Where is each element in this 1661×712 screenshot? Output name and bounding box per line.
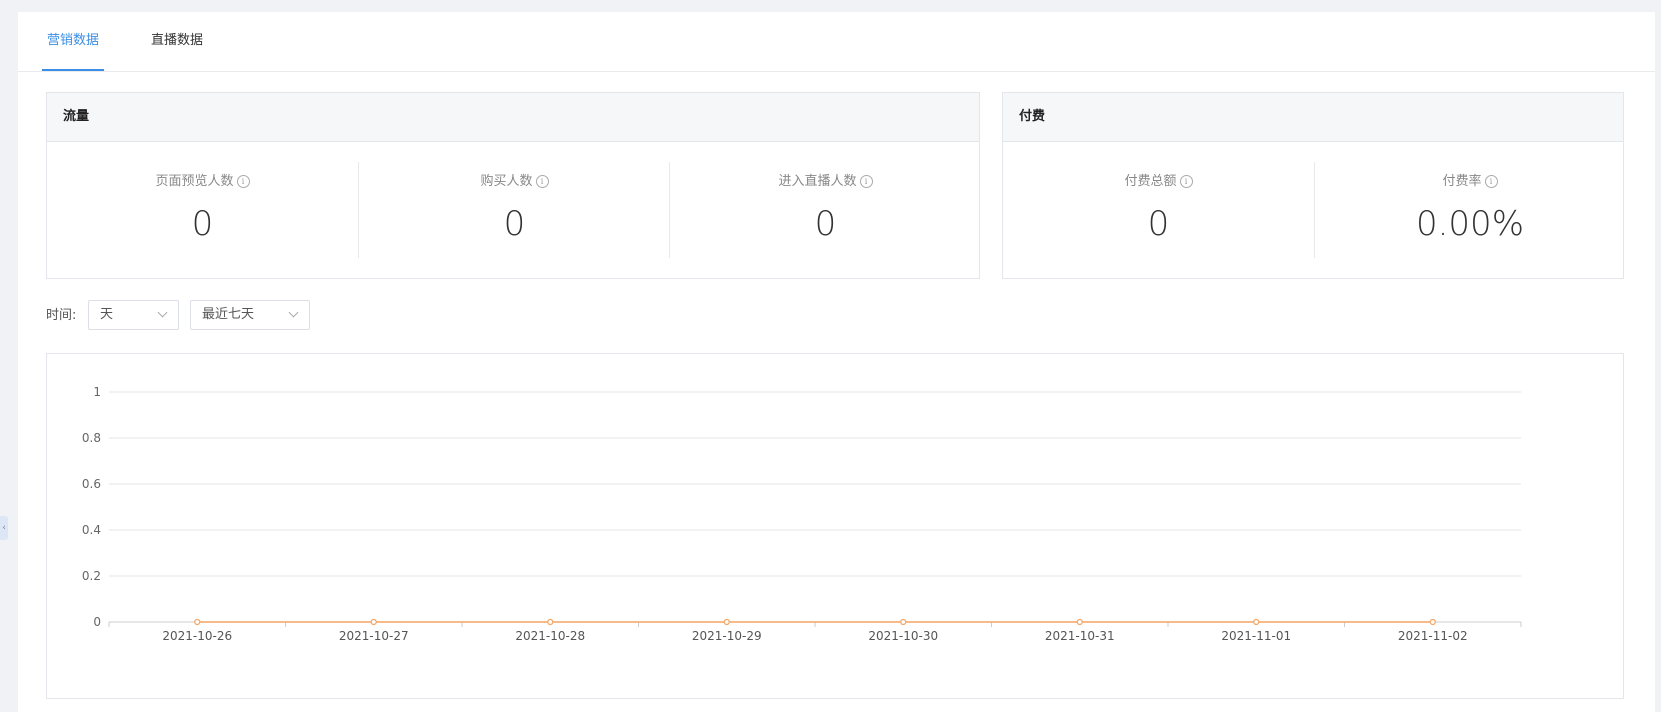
sidebar-collapse-toggle[interactable]: ‹ xyxy=(0,516,8,540)
x-tick-label: 2021-10-30 xyxy=(868,629,938,643)
y-tick-label: 0.2 xyxy=(82,569,101,583)
trend-chart: 0 0.2 0.4 0.6 0.8 1 2021-10-26 2021-10-27 2021-1… xyxy=(46,353,1624,699)
x-tick-label: 2021-10-29 xyxy=(692,629,762,643)
data-point xyxy=(370,618,377,626)
y-tick-label: 0.4 xyxy=(82,523,101,537)
stat-value: 0 xyxy=(503,204,526,244)
stat-label: 进入直播人数 xyxy=(778,174,857,189)
x-tick-label: 2021-10-27 xyxy=(339,629,409,643)
stat-label: 页面预览人数 xyxy=(155,174,234,189)
traffic-card-title: 流量 xyxy=(47,93,979,142)
payment-card: 付费 付费总额 i 0 付费率 i 0.00% xyxy=(1002,92,1624,279)
line-chart-svg: 0 0.2 0.4 0.6 0.8 1 2021-10-26 2021-10-27 2021-1… xyxy=(82,385,1522,643)
data-point xyxy=(1429,618,1436,626)
data-point xyxy=(900,618,907,626)
granularity-select[interactable]: 天 xyxy=(88,300,179,330)
payment-stats: 付费总额 i 0 付费率 i 0.00% xyxy=(1003,142,1623,280)
stat-live-entries: 进入直播人数 i 0 xyxy=(670,142,981,280)
chevron-left-icon: ‹ xyxy=(2,523,6,533)
stat-value: 0 xyxy=(1147,204,1170,244)
traffic-stats: 页面预览人数 i 0 购买人数 i 0 进入直播人数 i 0 xyxy=(47,142,979,280)
data-point xyxy=(1253,618,1260,626)
stat-label: 付费总额 xyxy=(1124,174,1177,189)
traffic-card: 流量 页面预览人数 i 0 购买人数 i 0 进入直播人数 i 0 xyxy=(46,92,980,279)
stat-value: 0 xyxy=(814,204,837,244)
x-tick-label: 2021-10-28 xyxy=(515,629,585,643)
stat-buyers: 购买人数 i 0 xyxy=(359,142,670,280)
date-range-select[interactable]: 最近七天 xyxy=(190,300,310,330)
info-icon[interactable]: i xyxy=(1484,175,1498,188)
chevron-down-icon xyxy=(288,307,299,318)
data-point xyxy=(1076,618,1083,626)
y-tick-label: 0.6 xyxy=(82,477,101,491)
data-point xyxy=(547,618,554,626)
y-tick-label: 0 xyxy=(93,615,101,629)
info-icon[interactable]: i xyxy=(236,175,250,188)
info-icon[interactable]: i xyxy=(535,175,549,188)
tab-marketing-data[interactable]: 营销数据 xyxy=(42,12,104,71)
tab-live-data[interactable]: 直播数据 xyxy=(146,12,208,70)
stat-label: 购买人数 xyxy=(480,174,533,189)
stat-page-views: 页面预览人数 i 0 xyxy=(47,142,358,280)
x-tick-label: 2021-11-02 xyxy=(1398,629,1468,643)
x-tick-label: 2021-10-26 xyxy=(162,629,232,643)
x-tick-label: 2021-10-31 xyxy=(1045,629,1115,643)
granularity-value: 天 xyxy=(100,307,114,322)
time-filter-label: 时间: xyxy=(46,308,77,323)
info-icon[interactable]: i xyxy=(1179,175,1193,188)
data-point xyxy=(194,618,201,626)
stat-value: 0 xyxy=(191,204,214,244)
payment-card-title: 付费 xyxy=(1003,93,1623,142)
x-tick-label: 2021-11-01 xyxy=(1221,629,1291,643)
main-panel: 营销数据 直播数据 流量 页面预览人数i 0 购买人数i 0 进入直播人数 xyxy=(18,12,1655,712)
y-tick-label: 1 xyxy=(93,385,101,399)
y-tick-label: 0.8 xyxy=(82,431,101,445)
chevron-down-icon xyxy=(157,307,168,318)
info-icon[interactable]: i xyxy=(859,175,873,188)
stat-payment-rate: 付费率 i 0.00% xyxy=(1315,142,1625,280)
tab-bar: 营销数据 直播数据 xyxy=(18,12,1655,72)
stat-total-payment: 付费总额 i 0 xyxy=(1003,142,1314,280)
data-point xyxy=(723,618,730,626)
stat-value: 0.00% xyxy=(1415,204,1524,244)
stat-label: 付费率 xyxy=(1442,174,1482,189)
date-range-value: 最近七天 xyxy=(202,307,255,322)
